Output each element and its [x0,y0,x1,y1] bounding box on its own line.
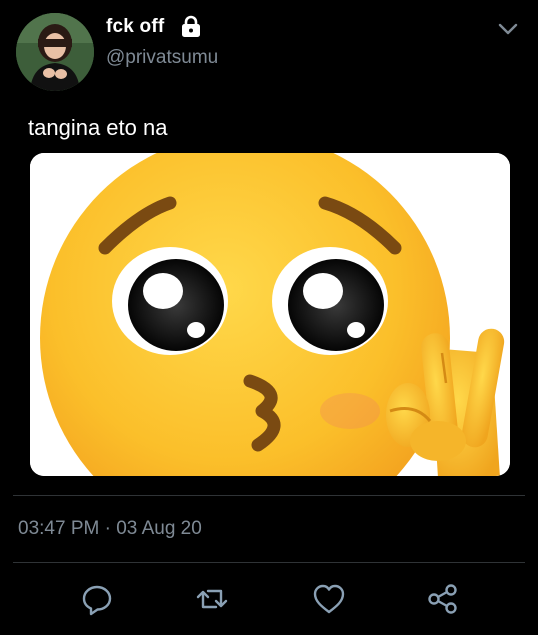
divider-bottom [13,562,525,563]
lock-icon [180,15,202,37]
tweet-image[interactable] [30,153,510,476]
share-icon[interactable] [425,581,461,617]
tweet-text: tangina eto na [28,115,168,140]
avatar[interactable] [16,13,94,91]
retweet-icon[interactable] [194,581,230,617]
username-handle[interactable]: @privatsumu [106,47,218,69]
chevron-down-icon[interactable] [496,19,520,39]
tweet-timestamp[interactable]: 03:47 PM · 03 Aug 20 [18,518,202,540]
tweet-header: fck off @privatsumu [0,0,538,100]
action-bar [0,575,538,625]
display-name[interactable]: fck off [106,16,164,38]
divider-top [13,495,525,496]
heart-icon[interactable] [311,581,347,617]
reply-icon[interactable] [79,581,115,617]
